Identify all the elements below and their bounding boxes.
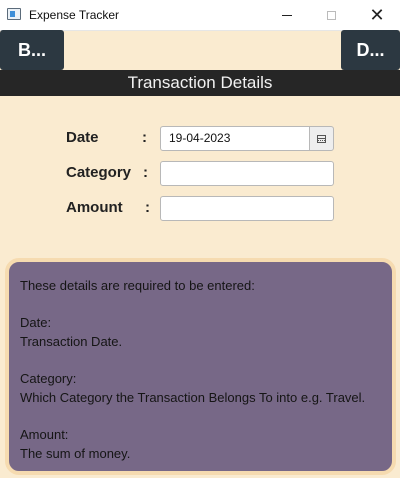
amount-field[interactable] — [160, 196, 334, 221]
page-title: Transaction Details — [0, 70, 400, 96]
info-amount-desc: The sum of money. — [20, 446, 131, 461]
amount-colon: : — [145, 199, 150, 216]
info-category-heading: Category: — [20, 371, 77, 386]
title-bar: Expense Tracker ✕ — [0, 0, 400, 31]
close-icon: ✕ — [369, 5, 385, 25]
amount-label: Amount — [66, 199, 123, 216]
category-row: Category : — [0, 161, 400, 186]
minimize-icon — [282, 14, 292, 16]
info-date-desc: Transaction Date. — [20, 334, 123, 349]
category-colon: : — [143, 164, 148, 181]
page-title-text: Transaction Details — [127, 73, 273, 92]
app-window-icon — [7, 8, 21, 20]
date-row: Date : 19-04-2023 — [0, 126, 400, 151]
amount-row: Amount : — [0, 196, 400, 221]
category-field[interactable] — [160, 161, 334, 186]
info-panel: These details are required to be entered… — [5, 258, 396, 475]
maximize-button[interactable] — [308, 0, 354, 30]
back-button[interactable]: B... — [0, 30, 64, 70]
info-date-heading: Date: — [20, 315, 52, 330]
info-amount-heading: Amount: — [20, 427, 69, 442]
category-label: Category — [66, 164, 132, 181]
close-button[interactable]: ✕ — [354, 0, 400, 30]
date-picker-button[interactable] — [309, 126, 334, 151]
info-category-desc: Which Category the Transaction Belongs T… — [20, 390, 366, 405]
info-intro: These details are required to be entered… — [20, 278, 255, 293]
date-field[interactable]: 19-04-2023 — [160, 126, 310, 151]
date-label: Date — [66, 129, 99, 146]
calendar-icon — [317, 134, 326, 143]
window-title: Expense Tracker — [29, 8, 120, 22]
delete-button[interactable]: D... — [341, 30, 400, 70]
date-colon: : — [142, 129, 147, 146]
maximize-icon — [326, 10, 336, 20]
minimize-button[interactable] — [264, 0, 310, 30]
